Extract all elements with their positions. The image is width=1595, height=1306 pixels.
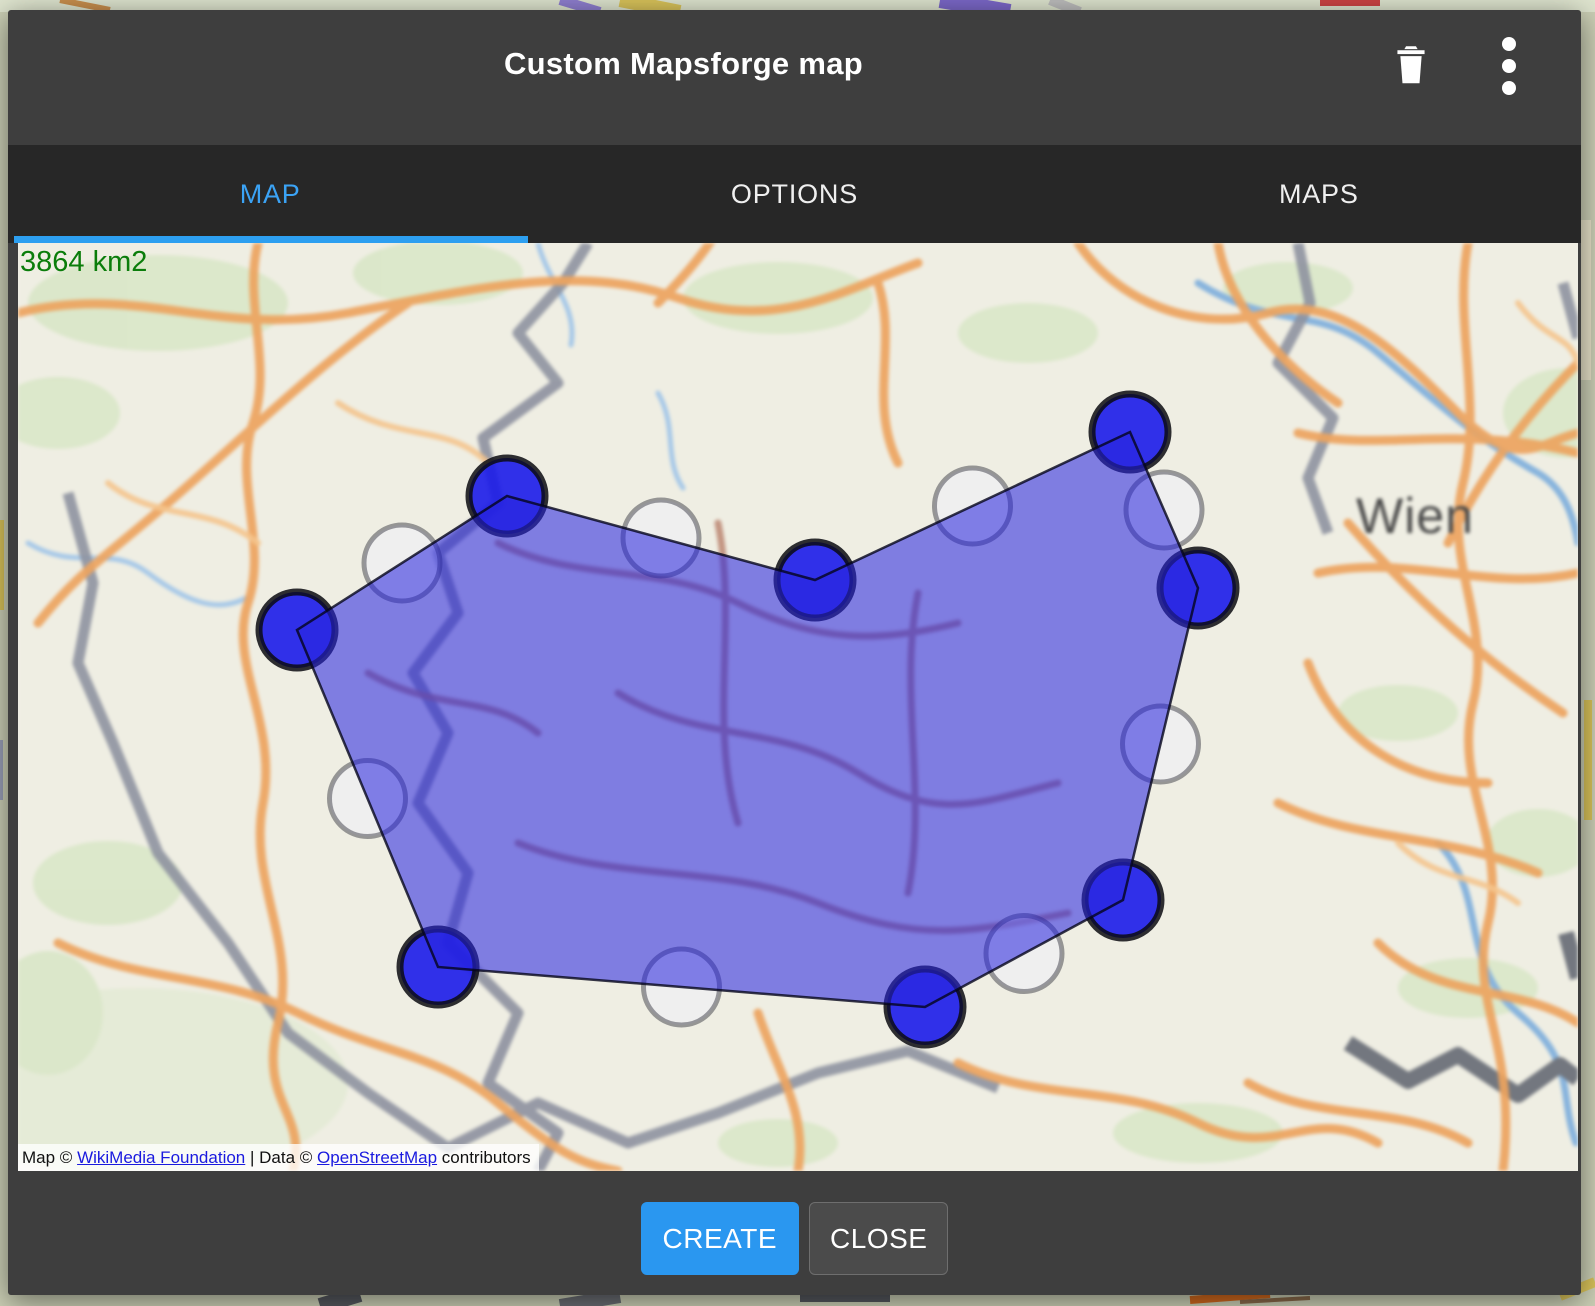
attribution-text: Map © bbox=[22, 1148, 72, 1167]
tab-maps[interactable]: MAPS bbox=[1057, 145, 1581, 243]
selection-polygon-layer bbox=[18, 243, 1578, 1171]
custom-mapsforge-dialog: Custom Mapsforge map MAP OPTIONS MAPS bbox=[8, 10, 1581, 1295]
dialog-actions: CREATE CLOSE bbox=[8, 1202, 1581, 1275]
map-view[interactable]: Wien 3864 km2 Map © WikiMedia Foundation… bbox=[18, 243, 1578, 1171]
overflow-menu-glyph bbox=[1498, 33, 1520, 99]
tab-options[interactable]: OPTIONS bbox=[532, 145, 1056, 243]
attribution-text: contributors bbox=[442, 1148, 531, 1167]
tab-map[interactable]: MAP bbox=[8, 145, 532, 243]
tab-bar: MAP OPTIONS MAPS bbox=[8, 145, 1581, 243]
dialog-titlebar: Custom Mapsforge map bbox=[8, 10, 1581, 145]
trash-icon[interactable] bbox=[1383, 38, 1439, 94]
openstreetmap-link[interactable]: OpenStreetMap bbox=[317, 1148, 437, 1167]
close-button[interactable]: CLOSE bbox=[809, 1202, 948, 1275]
create-button[interactable]: CREATE bbox=[641, 1202, 800, 1275]
wikimedia-link[interactable]: WikiMedia Foundation bbox=[77, 1148, 245, 1167]
selection-polygon[interactable] bbox=[297, 432, 1198, 1007]
overflow-menu-icon[interactable] bbox=[1481, 38, 1537, 94]
map-attribution: Map © WikiMedia Foundation | Data © Open… bbox=[18, 1144, 539, 1171]
active-tab-indicator bbox=[14, 236, 528, 243]
dialog-title: Custom Mapsforge map bbox=[8, 46, 1581, 82]
selected-area-size-label: 3864 km2 bbox=[20, 246, 147, 278]
trash-icon-glyph bbox=[1389, 42, 1433, 90]
attribution-text: | Data © bbox=[250, 1148, 312, 1167]
